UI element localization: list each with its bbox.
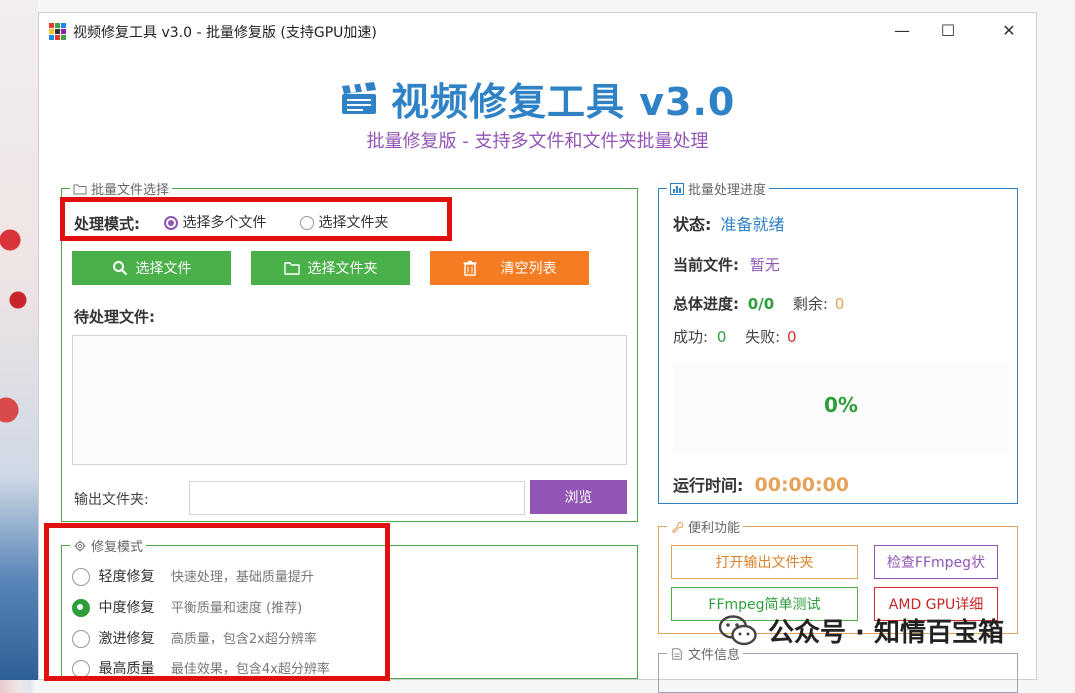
progress-group: 批量处理进度 状态: 准备就绪 当前文件: 暂无 总体进度: 0/0 剩余: 0… [658,179,1018,504]
success-value: 0 [716,328,727,346]
file-selection-legend: 批量文件选择 [70,179,173,198]
status-value: 准备就绪 [720,215,785,234]
check-ffmpeg-button[interactable]: 检查FFmpeg状 [874,545,998,579]
progress-percent: 0% [824,393,858,417]
wrench-icon [671,521,684,533]
app-header: 视频修复工具 v3.0 [339,73,736,124]
pending-files-list[interactable] [72,335,627,465]
runtime-value: 00:00:00 [754,474,850,496]
status-row: 状态: 准备就绪 [673,215,785,234]
remaining-value: 0 [834,295,845,313]
document-icon [672,647,682,660]
repair-highlight-box [44,523,390,681]
search-icon [112,261,127,276]
title-bar: 视频修复工具 v3.0 - 批量修复版 (支持GPU加速) — ☐ ✕ [39,13,1036,49]
file-info-group: 文件信息 [658,644,1018,693]
mode-highlight-box [60,197,452,241]
select-files-button[interactable]: 选择文件 [72,251,231,285]
browse-button[interactable]: 浏览 [530,480,627,514]
app-subtitle: 批量修复版 - 支持多文件和文件夹批量处理 [366,131,709,152]
output-folder-input[interactable] [189,481,525,515]
app-icon [49,23,66,40]
app-title: 视频修复工具 v3.0 [391,79,736,124]
pending-files-label: 待处理文件: [74,308,155,326]
open-output-folder-button[interactable]: 打开输出文件夹 [671,545,858,579]
folder-icon [283,262,300,275]
output-folder-label: 输出文件夹: [74,492,149,508]
desktop-background [0,0,38,680]
bar-chart-icon [670,182,684,195]
wechat-icon [718,614,757,645]
window-title: 视频修复工具 v3.0 - 批量修复版 (支持GPU加速) [73,25,377,41]
progress-bar: 0% [673,363,1009,453]
app-window: 视频修复工具 v3.0 - 批量修复版 (支持GPU加速) — ☐ ✕ 视频修复… [38,12,1037,693]
clapperboard-icon [342,82,376,114]
fail-value: 0 [787,328,797,346]
watermark: 公众号 · 知情百宝箱 [718,612,1004,649]
result-row: 成功: 0 失败: 0 [673,328,797,346]
current-file-value: 暂无 [749,256,780,274]
runtime-row: 运行时间: 00:00:00 [673,474,850,496]
minimize-button[interactable]: — [879,13,925,49]
total-progress-row: 总体进度: 0/0 剩余: 0 [673,295,845,313]
select-folder-button[interactable]: 选择文件夹 [251,251,410,285]
close-button[interactable]: ✕ [986,13,1032,49]
total-progress-value: 0/0 [747,295,775,313]
progress-legend: 批量处理进度 [667,179,770,198]
folder-icon [73,184,87,194]
utilities-legend: 便利功能 [667,517,744,536]
maximize-button[interactable]: ☐ [925,13,971,49]
clear-list-button[interactable]: 清空列表 [430,251,589,285]
current-file-row: 当前文件: 暂无 [673,256,780,274]
trash-icon [463,260,476,276]
